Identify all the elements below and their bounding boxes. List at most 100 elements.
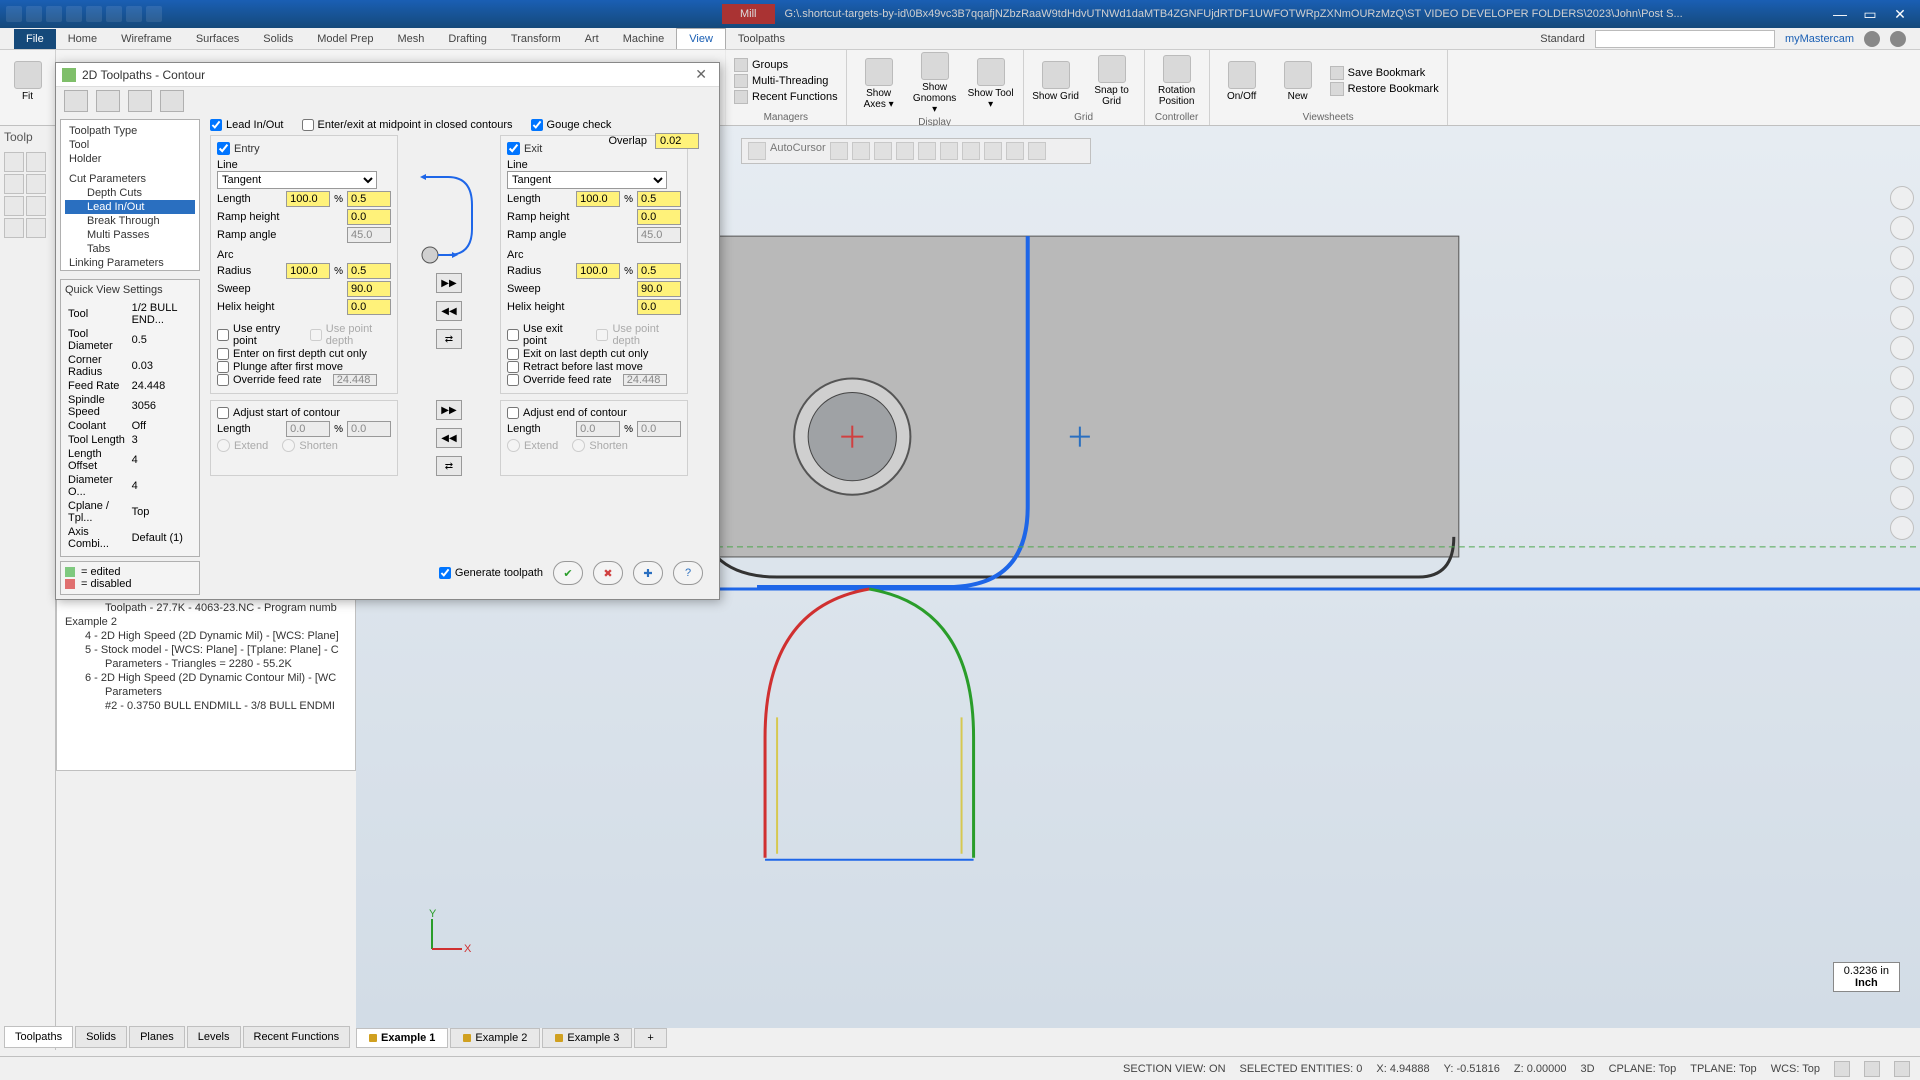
- adjust-swap-button[interactable]: ⇄: [436, 456, 462, 476]
- entry-ramp-height[interactable]: [347, 209, 391, 225]
- snap-grid-button[interactable]: Snap to Grid: [1088, 55, 1136, 107]
- adjust-start-check[interactable]: [217, 407, 229, 419]
- view-shade-icon[interactable]: [1890, 456, 1914, 480]
- multithreading-item[interactable]: Multi-Threading: [734, 74, 838, 88]
- qat-copy-icon[interactable]: [86, 6, 102, 22]
- viewsheet-tab[interactable]: Example 2: [450, 1028, 540, 1048]
- context-tab-mill[interactable]: Mill: [722, 4, 775, 24]
- tab-view[interactable]: View: [676, 28, 726, 49]
- qat-save-icon[interactable]: [26, 6, 42, 22]
- adjust-end-check[interactable]: [507, 407, 519, 419]
- dock-tool-icon[interactable]: [4, 218, 24, 238]
- status-tplane[interactable]: TPLANE: Top: [1690, 1063, 1756, 1075]
- status-section-view[interactable]: SECTION VIEW: ON: [1123, 1063, 1225, 1075]
- tab-modelprep[interactable]: Model Prep: [305, 29, 385, 49]
- tab-mesh[interactable]: Mesh: [385, 29, 436, 49]
- status-icon[interactable]: [1864, 1061, 1880, 1077]
- sel-tool-icon[interactable]: [940, 142, 958, 160]
- qat-paste-icon[interactable]: [106, 6, 122, 22]
- tab-drafting[interactable]: Drafting: [436, 29, 499, 49]
- sel-tool-icon[interactable]: [830, 142, 848, 160]
- viewsheet-tab[interactable]: Example 3: [542, 1028, 632, 1048]
- dock-tool-icon[interactable]: [4, 196, 24, 216]
- tree-linking[interactable]: Linking Parameters: [65, 256, 195, 270]
- tab-surfaces[interactable]: Surfaces: [184, 29, 251, 49]
- overlap-input[interactable]: [655, 133, 699, 149]
- view-iso-icon[interactable]: [1890, 426, 1914, 450]
- tab-toolpaths[interactable]: Toolpaths: [726, 29, 797, 49]
- tree-node[interactable]: 6 - 2D High Speed (2D Dynamic Contour Mi…: [61, 671, 351, 685]
- show-axes-button[interactable]: Show Axes ▾: [855, 58, 903, 110]
- sel-tool-icon[interactable]: [918, 142, 936, 160]
- ok-button[interactable]: ✔: [553, 561, 583, 585]
- maximize-icon[interactable]: ▭: [1856, 4, 1884, 24]
- tree-tabs[interactable]: Tabs: [65, 242, 195, 256]
- view-top-icon[interactable]: [1890, 336, 1914, 360]
- status-3d[interactable]: 3D: [1581, 1063, 1595, 1075]
- generate-toolpath-check[interactable]: [439, 567, 451, 579]
- copy-exit-to-entry-button[interactable]: ◀◀: [436, 301, 462, 321]
- exit-ramp-height[interactable]: [637, 209, 681, 225]
- dialog-close-icon[interactable]: ✕: [689, 66, 713, 83]
- lead-in-out-check[interactable]: [210, 119, 222, 131]
- adjust-copy-left-button[interactable]: ◀◀: [436, 428, 462, 448]
- use-exit-point-check[interactable]: [507, 329, 519, 341]
- rotation-position-button[interactable]: Rotation Position: [1153, 55, 1201, 107]
- entry-length-pct[interactable]: [286, 191, 330, 207]
- minimize-icon[interactable]: —: [1826, 4, 1854, 24]
- use-entry-point-check[interactable]: [217, 329, 229, 341]
- plunge-after-first-check[interactable]: [217, 361, 229, 373]
- app-icon[interactable]: [1864, 31, 1880, 47]
- view-zoom-out-icon[interactable]: [1890, 216, 1914, 240]
- view-fit-icon[interactable]: [1890, 246, 1914, 270]
- exit-override-feed-check[interactable]: [507, 374, 519, 386]
- viewsheet-tab[interactable]: Example 1: [356, 1028, 448, 1048]
- add-viewsheet-button[interactable]: +: [634, 1028, 666, 1048]
- tree-cut-parameters[interactable]: Cut Parameters: [65, 172, 195, 186]
- autocursor-icon[interactable]: [748, 142, 766, 160]
- sel-tool-icon[interactable]: [1028, 142, 1046, 160]
- entry-radius-pct[interactable]: [286, 263, 330, 279]
- viewsheet-onoff-button[interactable]: On/Off: [1218, 61, 1266, 102]
- view-front-icon[interactable]: [1890, 366, 1914, 390]
- dock-tool-icon[interactable]: [26, 218, 46, 238]
- tree-tool[interactable]: Tool: [65, 138, 195, 152]
- toolbar-btn-icon[interactable]: [64, 90, 88, 112]
- tab-levels[interactable]: Levels: [187, 1026, 241, 1048]
- groups-item[interactable]: Groups: [734, 58, 838, 72]
- entry-helix[interactable]: [347, 299, 391, 315]
- show-grid-button[interactable]: Show Grid: [1032, 61, 1080, 102]
- exit-helix[interactable]: [637, 299, 681, 315]
- show-tool-button[interactable]: Show Tool ▾: [967, 58, 1015, 110]
- view-wire-icon[interactable]: [1890, 486, 1914, 510]
- enter-first-depth-check[interactable]: [217, 348, 229, 360]
- tab-file[interactable]: File: [14, 29, 56, 49]
- entry-sweep[interactable]: [347, 281, 391, 297]
- tab-home[interactable]: Home: [56, 29, 109, 49]
- entry-radius-val[interactable]: [347, 263, 391, 279]
- sel-tool-icon[interactable]: [962, 142, 980, 160]
- tab-solids[interactable]: Solids: [75, 1026, 127, 1048]
- copy-entry-to-exit-button[interactable]: ▶▶: [436, 273, 462, 293]
- tab-toolpaths[interactable]: Toolpaths: [4, 1026, 73, 1048]
- help-icon[interactable]: [1890, 31, 1906, 47]
- sel-tool-icon[interactable]: [852, 142, 870, 160]
- tab-recent-functions[interactable]: Recent Functions: [243, 1026, 351, 1048]
- sel-tool-icon[interactable]: [874, 142, 892, 160]
- tree-home-ref[interactable]: Home / Ref. Points: [65, 270, 195, 271]
- tree-node[interactable]: #2 - 0.3750 BULL ENDMILL - 3/8 BULL ENDM…: [61, 699, 351, 713]
- tree-depth-cuts[interactable]: Depth Cuts: [65, 186, 195, 200]
- viewsheet-new-button[interactable]: New: [1274, 61, 1322, 102]
- tree-lead-in-out[interactable]: Lead In/Out: [65, 200, 195, 214]
- tab-transform[interactable]: Transform: [499, 29, 573, 49]
- tab-wireframe[interactable]: Wireframe: [109, 29, 184, 49]
- tree-break-through[interactable]: Break Through: [65, 214, 195, 228]
- view-right-icon[interactable]: [1890, 396, 1914, 420]
- tree-multi-passes[interactable]: Multi Passes: [65, 228, 195, 242]
- restore-bookmark-item[interactable]: Restore Bookmark: [1330, 82, 1439, 96]
- tree-node[interactable]: 5 - Stock model - [WCS: Plane] - [Tplane…: [61, 643, 351, 657]
- tree-node[interactable]: Toolpath - 27.7K - 4063-23.NC - Program …: [61, 601, 351, 615]
- qat-undo-icon[interactable]: [126, 6, 142, 22]
- view-rotate-icon[interactable]: [1890, 276, 1914, 300]
- search-input[interactable]: [1595, 30, 1775, 48]
